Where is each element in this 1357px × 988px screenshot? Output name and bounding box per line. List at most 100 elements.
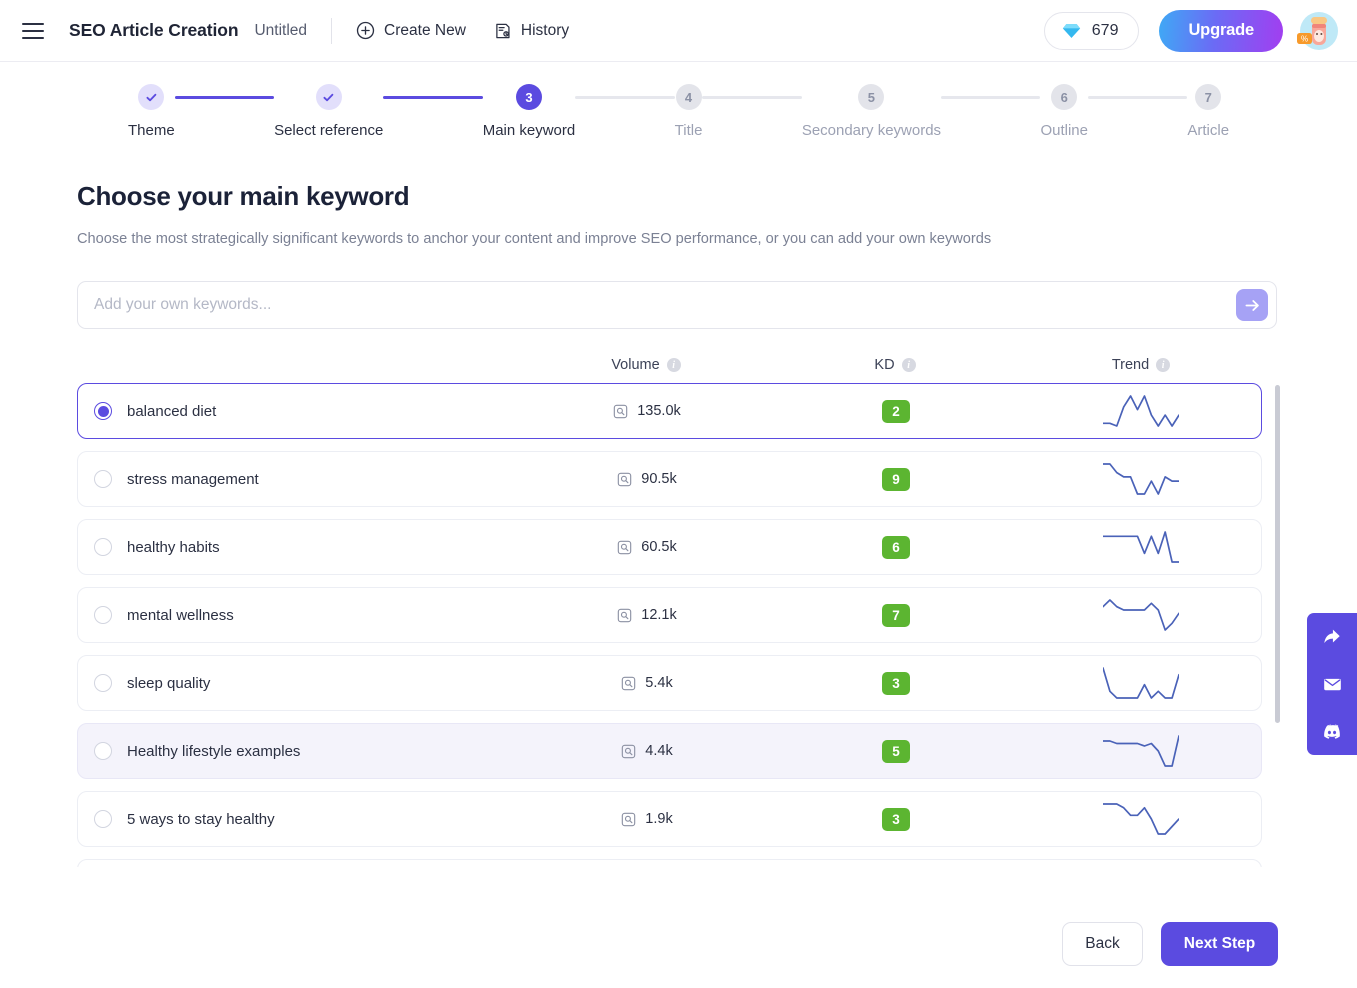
list-scrollbar[interactable] bbox=[1275, 385, 1280, 865]
table-row[interactable]: sleep quality5.4k3 bbox=[77, 655, 1262, 711]
column-volume: Volume i bbox=[522, 357, 770, 373]
info-icon[interactable]: i bbox=[667, 358, 681, 372]
submit-keyword-button[interactable] bbox=[1236, 289, 1268, 321]
column-kd: KD i bbox=[770, 357, 1020, 373]
create-new-button[interactable]: Create New bbox=[356, 21, 466, 40]
share-icon[interactable] bbox=[1320, 625, 1344, 649]
keyword-label: healthy habits bbox=[127, 539, 220, 556]
gem-icon bbox=[1062, 23, 1081, 39]
table-row[interactable] bbox=[77, 859, 1262, 867]
step-label: Title bbox=[675, 122, 703, 139]
step-circle: 3 bbox=[516, 84, 542, 110]
stepper-step-select-reference[interactable]: Select reference bbox=[274, 84, 383, 139]
email-icon[interactable] bbox=[1320, 672, 1344, 696]
search-volume-icon bbox=[617, 608, 632, 623]
column-kd-label: KD bbox=[874, 357, 894, 373]
keyword-radio[interactable] bbox=[94, 402, 112, 420]
history-label: History bbox=[521, 22, 569, 40]
trend-sparkline bbox=[1103, 462, 1179, 496]
main-content: Choose your main keyword Choose the most… bbox=[0, 181, 1357, 867]
stepper-step-secondary-keywords[interactable]: 5Secondary keywords bbox=[802, 84, 941, 139]
keyword-radio[interactable] bbox=[94, 674, 112, 692]
page-title: SEO Article Creation bbox=[69, 20, 238, 41]
stepper-step-title[interactable]: 4 Title bbox=[675, 84, 703, 139]
volume-cell: 4.4k bbox=[523, 743, 771, 759]
keyword-radio[interactable] bbox=[94, 810, 112, 828]
avatar[interactable]: % bbox=[1297, 11, 1337, 51]
history-icon bbox=[494, 22, 512, 40]
stepper-step-main-keyword[interactable]: 3Main keyword bbox=[483, 84, 576, 139]
table-row[interactable]: balanced diet 135.0k 2 bbox=[77, 383, 1262, 439]
volume-value: 135.0k bbox=[637, 403, 681, 419]
table-row[interactable]: 5 ways to stay healthy1.9k3 bbox=[77, 791, 1262, 847]
keyword-cell: balanced diet bbox=[78, 402, 523, 420]
step-circle: 7 bbox=[1195, 84, 1221, 110]
trend-sparkline bbox=[1103, 666, 1179, 700]
step-circle bbox=[316, 84, 342, 110]
keyword-radio[interactable] bbox=[94, 742, 112, 760]
create-new-label: Create New bbox=[384, 22, 466, 40]
section-subtitle: Choose the most strategically significan… bbox=[77, 229, 1280, 249]
keyword-label: stress management bbox=[127, 471, 259, 488]
table-row[interactable]: stress management90.5k9 bbox=[77, 451, 1262, 507]
table-row[interactable]: Healthy lifestyle examples 4.4k 5 bbox=[77, 723, 1262, 779]
table-row[interactable]: healthy habits60.5k6 bbox=[77, 519, 1262, 575]
volume-value: 4.4k bbox=[645, 743, 672, 759]
step-label: Secondary keywords bbox=[802, 122, 941, 139]
table-header: Volume i KD i Trend i bbox=[77, 355, 1280, 375]
kd-badge: 3 bbox=[882, 808, 910, 831]
volume-cell: 90.5k bbox=[523, 471, 771, 487]
keyword-input[interactable] bbox=[77, 281, 1277, 329]
keyword-cell: stress management bbox=[78, 470, 523, 488]
keyword-label: Healthy lifestyle examples bbox=[127, 743, 300, 760]
column-trend: Trend i bbox=[1020, 357, 1262, 373]
column-volume-label: Volume bbox=[611, 357, 659, 373]
volume-value: 90.5k bbox=[641, 471, 676, 487]
next-step-button[interactable]: Next Step bbox=[1161, 922, 1278, 966]
stepper-step-article[interactable]: 7Article bbox=[1187, 84, 1229, 139]
volume-value: 60.5k bbox=[641, 539, 676, 555]
keyword-radio[interactable] bbox=[94, 606, 112, 624]
keyword-cell: Healthy lifestyle examples bbox=[78, 742, 523, 760]
credits-button[interactable]: 679 bbox=[1044, 12, 1140, 50]
stepper-step-outline[interactable]: 6Outline bbox=[1040, 84, 1088, 139]
history-button[interactable]: History bbox=[494, 22, 569, 40]
trend-cell bbox=[1021, 598, 1261, 632]
trend-sparkline bbox=[1103, 734, 1179, 768]
keyword-cell: healthy habits bbox=[78, 538, 523, 556]
step-circle: 4 bbox=[676, 84, 702, 110]
keyword-radio[interactable] bbox=[94, 538, 112, 556]
keyword-cell: 5 ways to stay healthy bbox=[78, 810, 523, 828]
table-row[interactable]: mental wellness12.1k7 bbox=[77, 587, 1262, 643]
scrollbar-thumb[interactable] bbox=[1275, 385, 1280, 723]
stepper-step-theme[interactable]: Theme bbox=[128, 84, 175, 139]
kd-cell: 5 bbox=[771, 740, 1021, 763]
search-volume-icon bbox=[621, 812, 636, 827]
search-volume-icon bbox=[621, 676, 636, 691]
kd-badge: 2 bbox=[882, 400, 910, 423]
keyword-radio[interactable] bbox=[94, 470, 112, 488]
header-right: 679 Upgrade % bbox=[1044, 10, 1337, 52]
back-button[interactable]: Back bbox=[1062, 922, 1143, 966]
svg-text:%: % bbox=[1301, 34, 1308, 43]
info-icon[interactable]: i bbox=[902, 358, 916, 372]
trend-cell bbox=[1021, 734, 1261, 768]
step-circle bbox=[138, 84, 164, 110]
app-header: SEO Article Creation Untitled Create New… bbox=[0, 0, 1357, 62]
kd-badge: 3 bbox=[882, 672, 910, 695]
stepper-connector bbox=[702, 96, 801, 99]
discord-icon[interactable] bbox=[1320, 719, 1344, 743]
trend-cell bbox=[1021, 394, 1261, 428]
upgrade-button[interactable]: Upgrade bbox=[1159, 10, 1283, 52]
hamburger-icon[interactable] bbox=[22, 18, 48, 44]
kd-cell: 7 bbox=[771, 604, 1021, 627]
trend-sparkline bbox=[1103, 802, 1179, 836]
keyword-list: balanced diet 135.0k 2 stress management 90.… bbox=[77, 383, 1280, 867]
stepper-connector bbox=[575, 96, 674, 99]
volume-cell: 12.1k bbox=[523, 607, 771, 623]
document-title[interactable]: Untitled bbox=[254, 22, 307, 40]
volume-value: 12.1k bbox=[641, 607, 676, 623]
info-icon[interactable]: i bbox=[1156, 358, 1170, 372]
trend-cell bbox=[1021, 530, 1261, 564]
kd-badge: 7 bbox=[882, 604, 910, 627]
